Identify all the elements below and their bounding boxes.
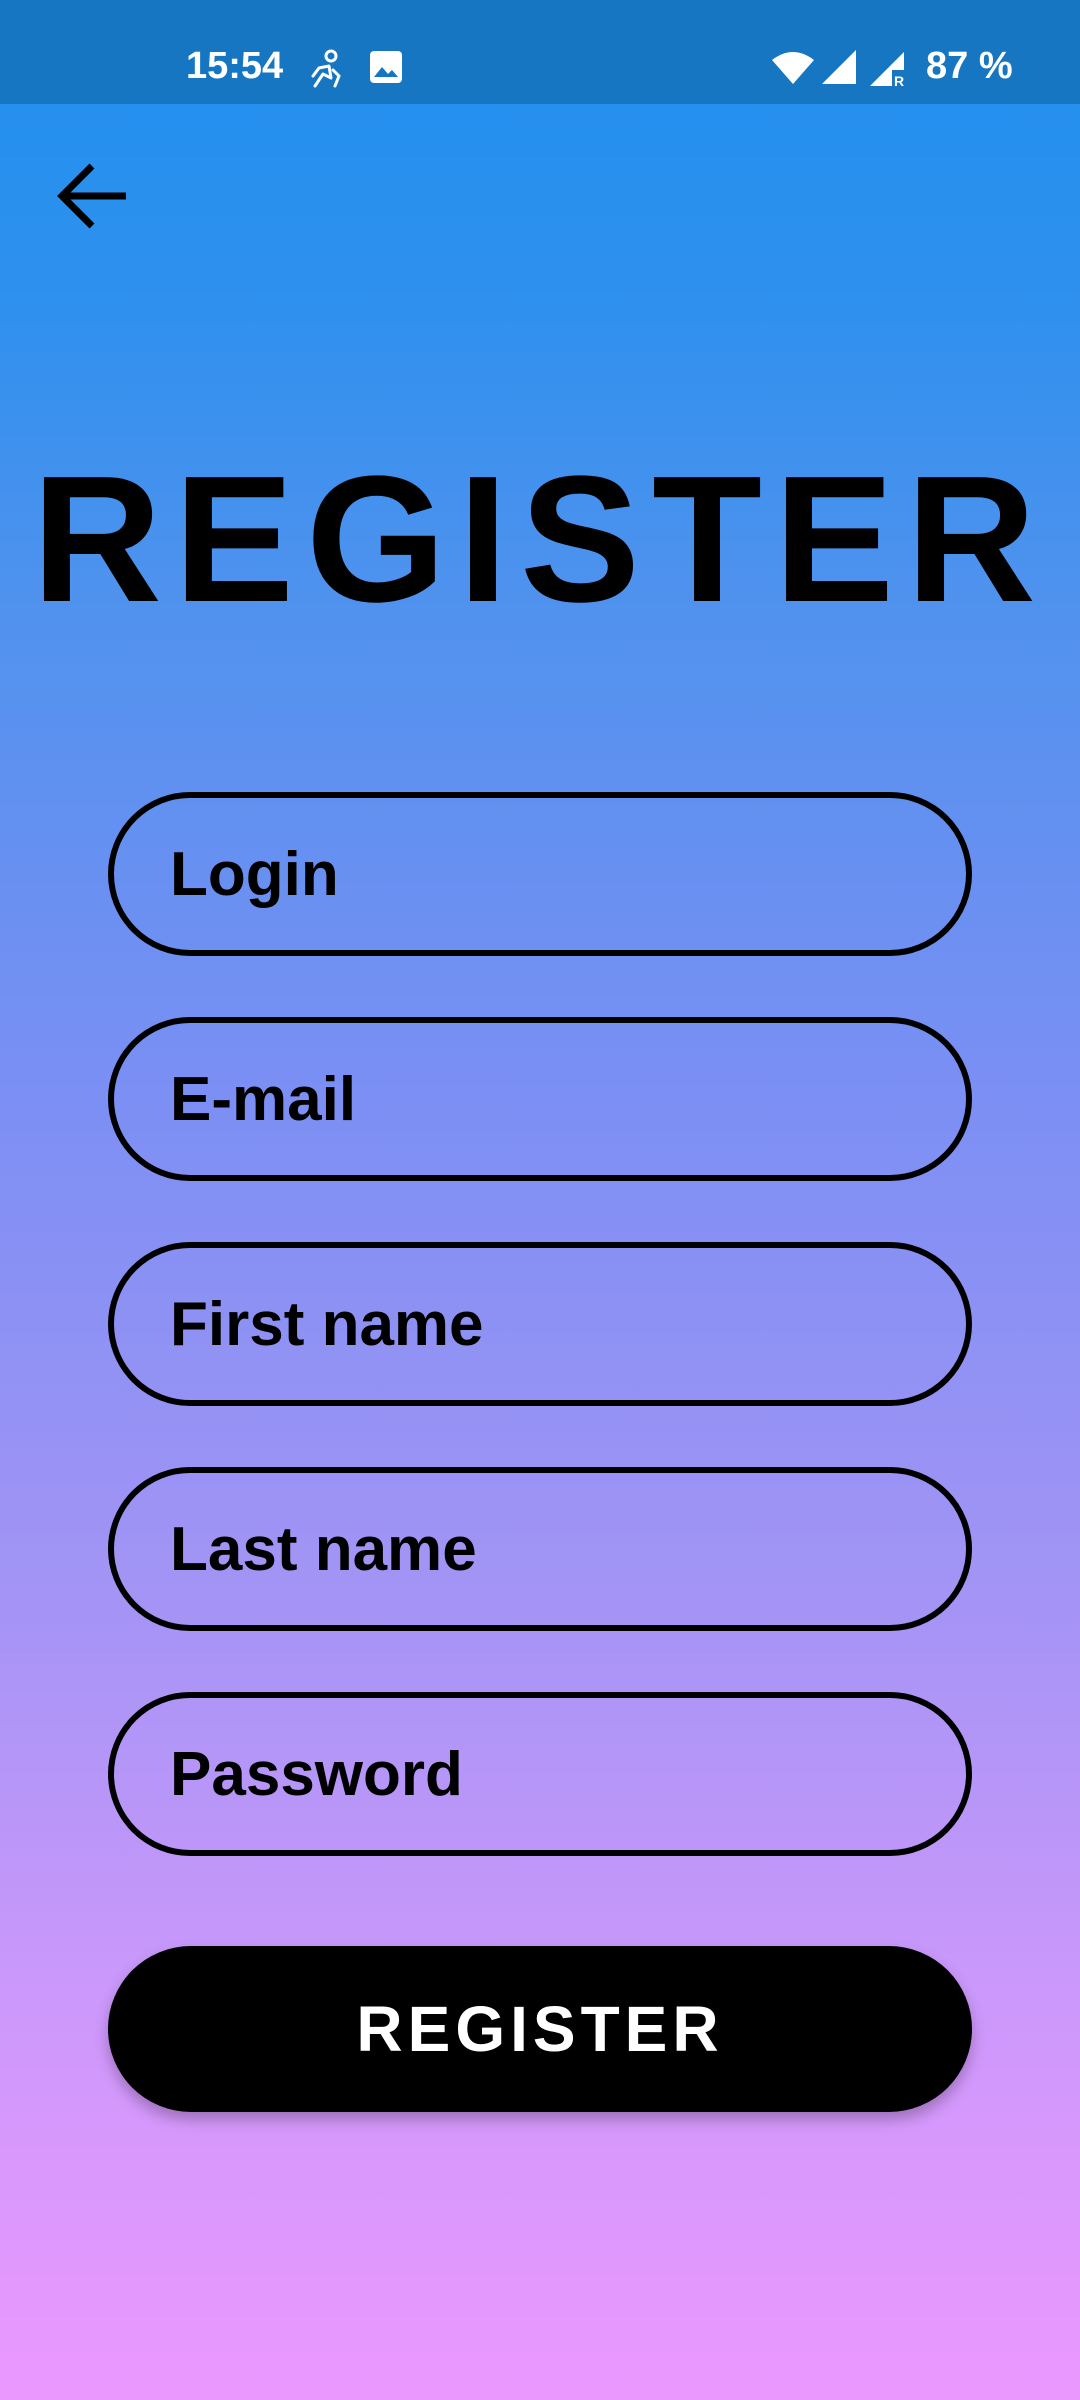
email-input[interactable] — [170, 1063, 930, 1135]
login-input[interactable] — [170, 838, 930, 910]
login-field[interactable] — [108, 792, 972, 956]
image-icon — [369, 50, 403, 89]
status-time: 15:54 — [186, 45, 284, 87]
wifi-icon — [770, 50, 816, 91]
page-title: REGISTER — [31, 439, 1049, 640]
signal-roaming-icon: R — [868, 48, 908, 93]
last-name-input[interactable] — [170, 1513, 930, 1585]
back-button[interactable] — [44, 150, 140, 246]
password-input[interactable] — [170, 1738, 930, 1810]
battery-percentage: 87 % — [926, 45, 1013, 87]
arrow-left-icon — [52, 156, 132, 241]
last-name-field[interactable] — [108, 1467, 972, 1631]
svg-text:R: R — [894, 73, 904, 88]
password-field[interactable] — [108, 1692, 972, 1856]
first-name-input[interactable] — [170, 1288, 930, 1360]
signal-icon — [820, 48, 858, 91]
register-button[interactable]: REGISTER — [108, 1946, 972, 2112]
email-field[interactable] — [108, 1017, 972, 1181]
first-name-field[interactable] — [108, 1242, 972, 1406]
status-bar: 15:54 R 87 % — [0, 0, 1080, 104]
activity-icon — [305, 48, 347, 95]
